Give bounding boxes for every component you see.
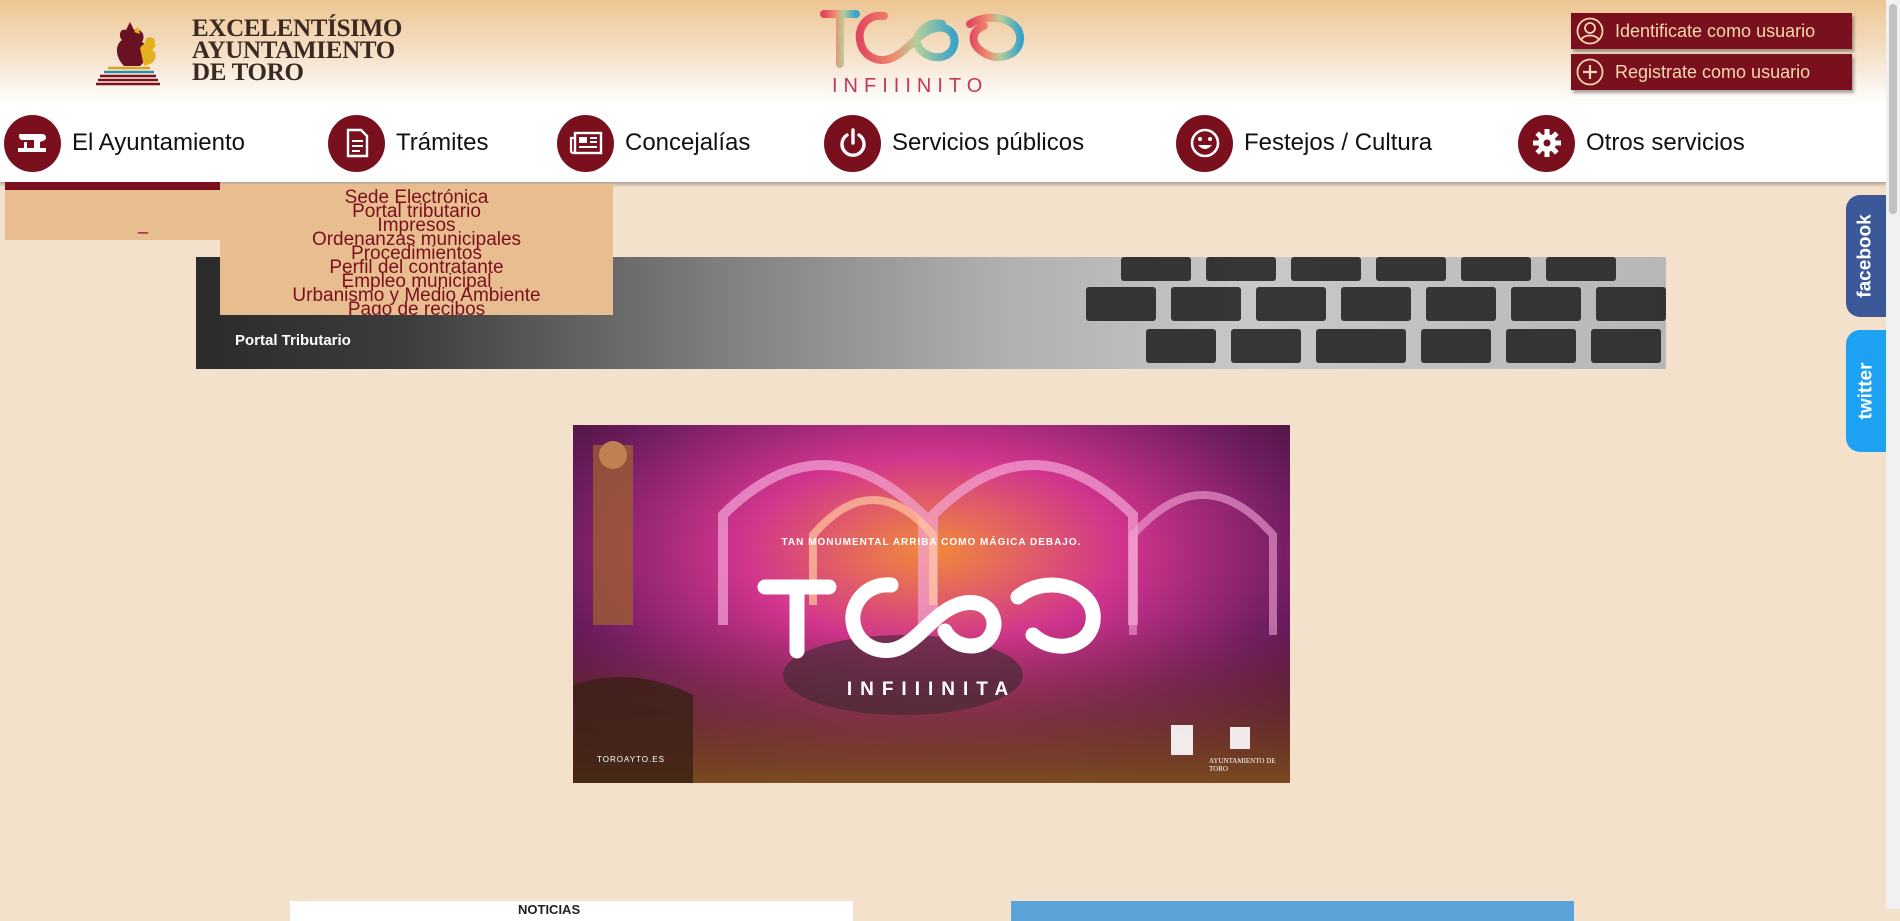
newspaper-icon (557, 114, 614, 172)
register-button-label: Registrate como usuario (1615, 61, 1811, 82)
promo-subtitle: INFIIINITA (846, 679, 1017, 700)
dropdown-item[interactable]: Pago de recibos (220, 300, 613, 315)
toro-infiiinito-logo[interactable]: INFIIINITO (820, 6, 1035, 98)
promo-url: TOROAYTO.ES (597, 755, 665, 764)
gear-icon (1518, 114, 1575, 172)
tramites-dropdown: Sede Electrónica Portal tributario Impre… (220, 184, 613, 315)
twitter-tab[interactable]: twitter (1846, 330, 1886, 452)
nav-item-servicios-publicos[interactable]: Servicios públicos (824, 114, 1084, 172)
banner-title: Portal Tributario (235, 332, 351, 349)
submenu-left-panel: _ (5, 182, 220, 240)
nav-item-el-ayuntamiento[interactable]: El Ayuntamiento (4, 114, 245, 172)
facebook-label: facebook (1855, 214, 1877, 298)
scrollbar-thumb[interactable] (1889, 4, 1897, 214)
nav-item-label: Festejos / Cultura (1244, 129, 1433, 156)
twitter-label: twitter (1855, 362, 1876, 420)
nav-item-label: Otros servicios (1586, 129, 1745, 156)
nav-item-label: Concejalías (625, 129, 751, 156)
promo-tagline: TAN MONUMENTAL ARRIBA COMO MÁGICA DEBAJO… (781, 537, 1082, 548)
smiley-icon (1176, 114, 1233, 172)
login-button[interactable]: Identificate como usuario (1571, 13, 1852, 49)
document-icon (328, 114, 385, 172)
nav-item-otros-servicios[interactable]: Otros servicios (1518, 114, 1745, 172)
nav-item-concejalias[interactable]: Concejalías (557, 114, 750, 172)
facebook-tab[interactable]: facebook (1846, 195, 1886, 317)
register-button[interactable]: Registrate como usuario (1571, 54, 1852, 90)
council-name-line-3: DE TORO (192, 59, 304, 86)
nav-item-label: Servicios públicos (892, 129, 1085, 156)
news-card[interactable]: NOTICIAS (290, 901, 853, 921)
nav-item-festejos-cultura[interactable]: Festejos / Cultura (1176, 114, 1432, 172)
main-nav: El Ayuntamiento Trámites Concejalías Ser… (0, 104, 1886, 183)
power-icon (824, 114, 881, 172)
submenu-left-dash[interactable]: _ (138, 214, 148, 235)
user-icon (1574, 15, 1606, 47)
news-card-title: NOTICIAS (518, 902, 581, 917)
brand-subtitle: INFIIINITO (832, 75, 988, 97)
plus-circle-icon (1574, 56, 1606, 88)
ayuntamiento-logo-caption: AYUNTAMIENTO DE TORO (1209, 757, 1276, 773)
nav-item-label: El Ayuntamiento (72, 129, 246, 156)
nav-item-label: Trámites (396, 129, 489, 156)
login-button-label: Identificate como usuario (1615, 20, 1816, 41)
coat-of-arms-logo[interactable] (94, 18, 190, 88)
council-name: EXCELENTÍSIMO AYUNTAMIENTO DE TORO (192, 16, 402, 86)
nav-item-tramites[interactable]: Trámites (328, 114, 488, 172)
info-card[interactable] (1011, 901, 1574, 921)
site-header: EXCELENTÍSIMO AYUNTAMIENTO DE TORO INFII… (0, 0, 1886, 104)
church-interior-image (573, 425, 1290, 783)
page-scrollbar[interactable] (1886, 0, 1900, 909)
toro-infiiinita-promo[interactable]: TAN MONUMENTAL ARRIBA COMO MÁGICA DEBAJO… (573, 425, 1290, 783)
sewing-machine-icon (4, 114, 61, 172)
submenu-active-indicator (5, 182, 220, 190)
